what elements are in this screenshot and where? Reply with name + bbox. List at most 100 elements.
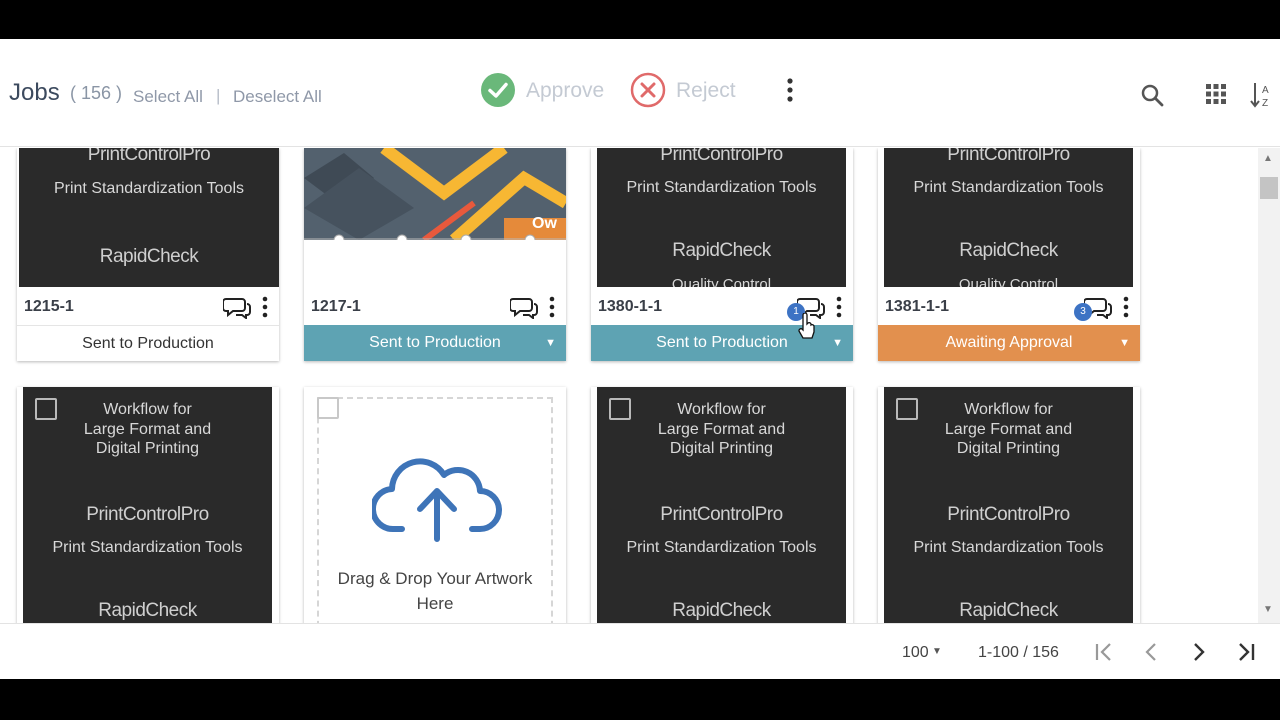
thumb-quality-text: Quality Control	[958, 276, 1059, 287]
caret-down-icon[interactable]: ▼	[932, 646, 942, 657]
caret-down-icon: ▼	[832, 337, 843, 349]
thumb-workflow-text: Large Format and	[657, 421, 786, 438]
thumb-brand-text: PrintControlPro	[660, 148, 783, 165]
job-card[interactable]: PrintControlPro Print Standardization To…	[17, 148, 279, 361]
cloud-upload-icon	[372, 458, 502, 542]
thumb-brand-text: RapidCheck	[959, 240, 1058, 261]
thumb-workflow-text: Large Format and	[944, 421, 1073, 438]
job-grid: PrintControlPro Print Standardization To…	[0, 148, 1258, 623]
status-dropdown[interactable]: Sent to Production ▼	[304, 325, 566, 361]
thumb-brand-text: RapidCheck	[98, 600, 197, 621]
toolbar: Jobs ( 156 ) Select All | Deselect All A…	[0, 39, 1280, 147]
pagination-bar: 100 ▼ 1-100 / 156	[0, 623, 1280, 679]
more-vertical-icon[interactable]	[780, 77, 800, 103]
thumb-workflow-text: Workflow for	[677, 401, 766, 418]
hand-cursor-icon	[798, 313, 815, 339]
dropzone-text: Drag & Drop Your Artwork Here	[319, 566, 551, 616]
maze-artwork-icon: Ow	[304, 148, 566, 240]
scroll-down-icon[interactable]: ▼	[1263, 604, 1273, 615]
job-thumbnail[interactable]: PrintControlPro Print Standardization To…	[19, 148, 279, 287]
first-page-icon[interactable]	[1093, 640, 1115, 664]
thumb-brand-text: RapidCheck	[672, 600, 771, 621]
job-number: 1217-1	[311, 298, 361, 315]
upload-card[interactable]: Drag & Drop Your Artwork Here	[304, 387, 566, 623]
card-footer: 1215-1	[17, 287, 279, 325]
card-footer: 1381-1-1 3	[878, 287, 1140, 325]
approve-check-icon[interactable]	[480, 72, 516, 108]
reject-button[interactable]: Reject	[676, 79, 736, 103]
caret-down-icon: ▼	[1119, 337, 1130, 349]
job-number: 1381-1-1	[885, 298, 950, 315]
vertical-scrollbar[interactable]: ▲ ▼	[1258, 148, 1280, 623]
dropzone-line: Drag & Drop Your Artwork	[337, 569, 533, 588]
reject-x-icon[interactable]	[630, 72, 666, 108]
job-number: 1215-1	[24, 298, 74, 315]
page-title: Jobs	[9, 79, 60, 106]
chat-icon[interactable]	[510, 295, 540, 319]
select-all-link[interactable]: Select All	[133, 87, 203, 107]
scrollbar-thumb[interactable]	[1260, 177, 1278, 199]
job-card[interactable]: Workflow for Large Format and Digital Pr…	[591, 387, 853, 623]
thumb-workflow-text: Workflow for	[964, 401, 1053, 418]
card-more-icon[interactable]	[547, 295, 557, 319]
search-icon[interactable]	[1140, 83, 1164, 107]
thumb-brand-text: PrintControlPro	[947, 504, 1070, 525]
job-card[interactable]: Workflow for Large Format and Digital Pr…	[878, 387, 1140, 623]
thumb-tagline: Print Standardization Tools	[53, 180, 245, 197]
select-checkbox[interactable]	[317, 397, 339, 419]
prev-page-icon[interactable]	[1141, 640, 1163, 664]
job-card[interactable]: PrintControlPro Print Standardization To…	[878, 148, 1140, 361]
artwork-dropzone[interactable]: Drag & Drop Your Artwork Here	[317, 397, 553, 623]
svg-text:Z: Z	[1262, 98, 1268, 109]
thumb-workflow-text: Large Format and	[83, 421, 212, 438]
card-more-icon[interactable]	[834, 295, 844, 319]
status-dropdown[interactable]: Awaiting Approval ▼	[878, 325, 1140, 361]
sort-az-icon[interactable]: A Z	[1250, 81, 1276, 109]
last-page-icon[interactable]	[1236, 640, 1258, 664]
thumb-brand-text: RapidCheck	[959, 600, 1058, 621]
thumb-workflow-text: Digital Printing	[956, 440, 1061, 457]
job-card[interactable]: Ow 1217-1 Sent to Production ▼	[304, 148, 566, 361]
thumb-workflow-text: Workflow for	[103, 401, 192, 418]
thumb-brand-text: PrintControlPro	[87, 148, 211, 165]
job-thumbnail[interactable]: Workflow for Large Format and Digital Pr…	[597, 387, 846, 623]
app-window: Jobs ( 156 ) Select All | Deselect All A…	[0, 39, 1280, 679]
thumb-tagline: Print Standardization Tools	[626, 179, 817, 196]
thumb-workflow-text: Digital Printing	[669, 440, 774, 457]
card-more-icon[interactable]	[260, 295, 270, 319]
thumb-brand-text: PrintControlPro	[947, 148, 1070, 165]
job-card[interactable]: Workflow for Large Format and Digital Pr…	[17, 387, 279, 623]
thumb-tagline: Print Standardization Tools	[52, 539, 243, 556]
chat-icon[interactable]	[223, 295, 253, 319]
comment-count-badge: 3	[1074, 303, 1092, 321]
thumb-brand-text: RapidCheck	[672, 240, 771, 261]
status-label: Awaiting Approval	[945, 334, 1073, 351]
status-label: Sent to Production	[82, 335, 214, 352]
thumb-tagline: Print Standardization Tools	[626, 539, 817, 556]
select-checkbox[interactable]	[35, 398, 57, 420]
status-dropdown[interactable]: Sent to Production	[17, 325, 279, 361]
select-checkbox[interactable]	[896, 398, 918, 420]
next-page-icon[interactable]	[1188, 640, 1210, 664]
job-thumbnail[interactable]: Ow	[304, 148, 566, 287]
job-thumbnail[interactable]: Workflow for Large Format and Digital Pr…	[23, 387, 272, 623]
thumb-brand-text: PrintControlPro	[660, 504, 783, 525]
thumb-workflow-text: Digital Printing	[95, 440, 200, 457]
page-range: 1-100 / 156	[978, 644, 1059, 661]
svg-text:A: A	[1262, 85, 1269, 96]
thumb-quality-text: Quality Control	[671, 276, 772, 287]
job-thumbnail[interactable]: Workflow for Large Format and Digital Pr…	[884, 387, 1133, 623]
approve-button[interactable]: Approve	[526, 79, 604, 103]
caret-down-icon: ▼	[545, 337, 556, 349]
deselect-all-link[interactable]: Deselect All	[233, 87, 322, 107]
card-more-icon[interactable]	[1121, 295, 1131, 319]
page-size-select[interactable]: 100	[902, 644, 929, 662]
dropzone-line: Here	[416, 594, 454, 613]
status-label: Sent to Production	[656, 334, 788, 351]
scroll-up-icon[interactable]: ▲	[1263, 153, 1273, 164]
grid-view-icon[interactable]	[1205, 83, 1227, 105]
select-checkbox[interactable]	[609, 398, 631, 420]
job-thumbnail[interactable]: PrintControlPro Print Standardization To…	[597, 148, 846, 287]
job-thumbnail[interactable]: PrintControlPro Print Standardization To…	[884, 148, 1133, 287]
card-footer: 1217-1	[304, 287, 566, 325]
